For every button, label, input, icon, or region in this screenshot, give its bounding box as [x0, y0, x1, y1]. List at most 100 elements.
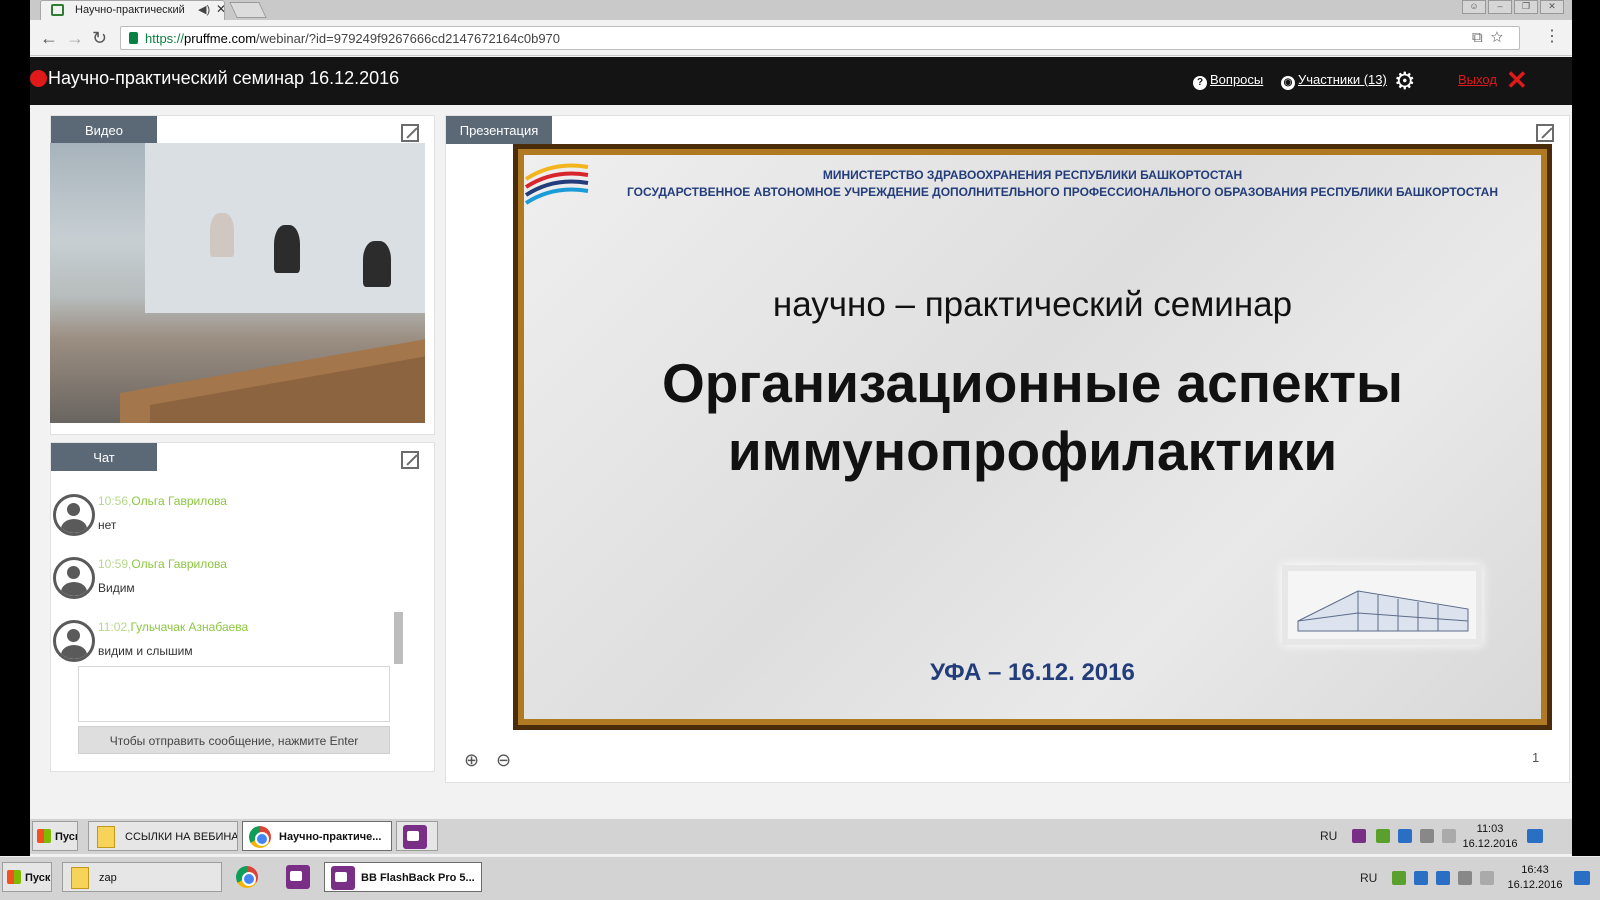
expand-presentation-icon[interactable] [1536, 124, 1554, 142]
taskbar-chrome[interactable] [230, 862, 266, 892]
show-desktop-icon[interactable] [1527, 829, 1543, 843]
chat-time: 10:59, [98, 557, 132, 571]
remote-date: 16.12.2016 [1462, 838, 1518, 850]
clock[interactable]: 16:43 16.12.2016 [1505, 863, 1565, 893]
flashback-label: BB FlashBack Pro 5... [361, 872, 475, 884]
url-host: pruffme.com [184, 31, 257, 46]
questions-link[interactable]: ? Вопросы [1193, 72, 1263, 90]
url-scheme: https:// [145, 31, 185, 46]
recorder-icon [286, 865, 310, 889]
flashback-icon [403, 825, 427, 849]
windows-flag-icon [7, 870, 21, 884]
close-window-button[interactable]: ✕ [1540, 0, 1564, 14]
tray-battery-icon[interactable] [1392, 871, 1406, 885]
translate-icon[interactable]: ⧉ [1472, 29, 1491, 46]
flashback-icon [331, 866, 355, 890]
maximize-button[interactable]: ❐ [1514, 0, 1538, 14]
chat-message: 10:59,Ольга Гаврилова Видим [50, 557, 410, 617]
address-bar[interactable]: https://pruffme.com/webinar/?id=979249f9… [120, 26, 1520, 50]
folder-icon [97, 826, 115, 848]
page-number: 1 [1532, 750, 1540, 765]
chat-author: Ольга Гаврилова [131, 557, 227, 571]
remote-chrome-label: Научно-практиче... [279, 831, 382, 843]
close-icon[interactable]: ✕ [1506, 65, 1528, 96]
local-taskbar: Пуск zap BB FlashBack Pro 5... RU 16:43 … [0, 856, 1600, 900]
tray-recorder-icon[interactable] [1352, 829, 1366, 843]
presentation-slide: МИНИСТЕРСТВО ЗДРАВООХРАНЕНИЯ РЕСПУБЛИКИ … [513, 144, 1552, 730]
remote-start-label: Пуск [55, 831, 78, 843]
user-icon[interactable]: ☺ [1462, 0, 1486, 14]
zoom-out-icon[interactable]: ⊖ [496, 750, 511, 771]
participants-link[interactable]: ◉ Участники (13) [1281, 72, 1387, 90]
forward-arrow-icon[interactable]: → [66, 28, 84, 49]
questions-label: Вопросы [1210, 72, 1264, 87]
building-image [1282, 565, 1482, 645]
browser-toolbar: ← → ↻ https://pruffme.com/webinar/?id=97… [30, 20, 1572, 56]
exit-link[interactable]: Выход [1458, 72, 1497, 87]
ministry-line-2: ГОСУДАРСТВЕННОЕ АВТОНОМНОЕ УЧРЕЖДЕНИЕ ДО… [627, 185, 1498, 199]
chat-meta: 10:56,Ольга Гаврилова [98, 494, 227, 508]
webinar-header: Научно-практический семинар 16.12.2016 ?… [30, 57, 1572, 105]
minimize-button[interactable]: – [1488, 0, 1512, 14]
remote-taskbar-flashback[interactable] [396, 821, 438, 851]
chat-time: 11:02, [98, 620, 131, 634]
avatar-icon [53, 557, 95, 599]
show-desktop-icon[interactable] [1574, 871, 1590, 885]
tab-strip: Научно-практический ◀) ✕ ☺ – ❐ ✕ [30, 0, 1572, 20]
back-arrow-icon[interactable]: ← [40, 28, 58, 49]
chat-scrollbar[interactable] [394, 612, 403, 664]
tray-network-icon[interactable] [1414, 871, 1428, 885]
zoom-in-icon[interactable]: ⊕ [464, 750, 479, 771]
tray-security-icon[interactable] [1436, 871, 1450, 885]
chat-text: Видим [98, 581, 135, 595]
omnibox-icons: ⧉☆ [1472, 29, 1511, 46]
bookmark-star-icon[interactable]: ☆ [1491, 29, 1511, 46]
gear-icon[interactable]: ⚙ [1394, 67, 1416, 96]
slide-title-line-1: Организационные аспекты [661, 352, 1404, 414]
slide-place-date: УФА – 16.12. 2016 [930, 659, 1135, 686]
remote-taskbar-folder[interactable]: ССЫЛКИ НА ВЕБИНАРЫ [88, 821, 238, 851]
remote-taskbar-chrome[interactable]: Научно-практиче... [242, 821, 392, 851]
close-tab-icon[interactable]: ✕ [216, 2, 224, 16]
avatar-icon [53, 620, 95, 662]
chrome-menu-icon[interactable]: ⋮ [1544, 26, 1560, 46]
video-person [210, 213, 234, 257]
send-hint[interactable]: Чтобы отправить сообщение, нажмите Enter [78, 726, 390, 754]
recording-icon [30, 70, 47, 87]
tray-volume-icon[interactable] [1480, 871, 1494, 885]
reload-icon[interactable]: ↻ [92, 28, 107, 49]
taskbar-recorder[interactable] [280, 862, 316, 892]
expand-video-icon[interactable] [401, 124, 419, 142]
presentation-tab[interactable]: Презентация [446, 116, 552, 144]
browser-tab[interactable]: Научно-практический ◀) ✕ [40, 0, 225, 20]
lock-icon [129, 32, 138, 44]
chat-input[interactable] [78, 666, 390, 722]
remote-clock[interactable]: 11:03 16.12.2016 [1460, 822, 1520, 852]
tray-network-icon[interactable] [1398, 829, 1412, 843]
clock-date: 16.12.2016 [1507, 879, 1563, 891]
video-person [274, 225, 300, 273]
remote-start-button[interactable]: Пуск [32, 821, 78, 851]
video-tab[interactable]: Видео [51, 116, 157, 144]
tray-volume-icon[interactable] [1442, 829, 1456, 843]
chat-time: 10:56, [98, 494, 132, 508]
tray-battery-icon[interactable] [1376, 829, 1390, 843]
tray-display-icon[interactable] [1420, 829, 1434, 843]
participants-label: Участники (13) [1298, 72, 1387, 87]
folder-zap-label: zap [99, 872, 117, 884]
new-tab-button[interactable] [229, 2, 267, 18]
ministry-line-1: МИНИСТЕРСТВО ЗДРАВООХРАНЕНИЯ РЕСПУБЛИКИ … [822, 168, 1243, 182]
browser-tab-title: Научно-практический [75, 4, 185, 16]
language-indicator[interactable]: RU [1360, 871, 1377, 885]
taskbar-folder-zap[interactable]: zap [62, 862, 222, 892]
url-path: /webinar/?id=979249f9267666cd2147672164c… [256, 31, 561, 46]
webinar-title: Научно-практический семинар 16.12.2016 [48, 68, 400, 88]
video-person [363, 241, 391, 287]
start-button[interactable]: Пуск [2, 862, 52, 892]
tray-display-icon[interactable] [1458, 871, 1472, 885]
webinar-favicon-icon [51, 4, 64, 16]
remote-time: 11:03 [1476, 823, 1504, 835]
remote-language[interactable]: RU [1320, 829, 1337, 843]
video-feed [50, 143, 425, 423]
taskbar-flashback[interactable]: BB FlashBack Pro 5... [324, 862, 482, 892]
